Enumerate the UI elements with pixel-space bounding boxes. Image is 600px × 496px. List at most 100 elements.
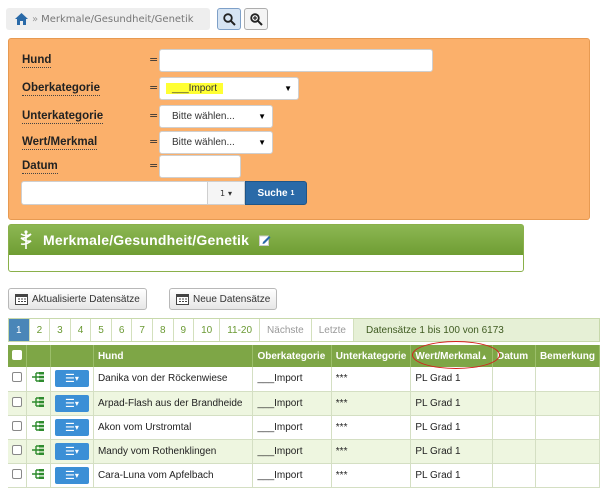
menu-icon: ☰ bbox=[65, 421, 75, 434]
select-cell bbox=[8, 439, 27, 464]
section-panel: Merkmale/Gesundheit/Genetik bbox=[8, 224, 524, 272]
breadcrumb-separator: » bbox=[32, 13, 39, 25]
suche-button[interactable]: Suche 1 bbox=[245, 181, 307, 205]
edit-icon[interactable] bbox=[259, 234, 271, 246]
row-menu-button[interactable]: ☰ ▾ bbox=[54, 442, 89, 460]
filter-operator: = bbox=[149, 109, 159, 122]
tree-icon[interactable] bbox=[31, 396, 45, 407]
tree-cell bbox=[26, 463, 51, 488]
select-all-checkbox[interactable] bbox=[12, 349, 22, 360]
row-checkbox[interactable] bbox=[12, 468, 22, 479]
next-page-link[interactable]: Nächste bbox=[260, 319, 312, 341]
column-header-datum[interactable]: Datum bbox=[492, 345, 536, 367]
row-checkbox[interactable] bbox=[12, 372, 22, 383]
page-link[interactable]: 2 bbox=[29, 319, 51, 341]
page-link[interactable]: 11-20 bbox=[220, 319, 261, 341]
filter-row-datum: Datum = bbox=[9, 155, 589, 179]
filter-label: Hund bbox=[22, 54, 52, 68]
calendar-icon bbox=[15, 294, 28, 305]
column-header-wert-merkmal[interactable]: Wert/Merkmal▲ bbox=[410, 345, 494, 367]
row-menu-button[interactable]: ☰ ▾ bbox=[54, 418, 89, 436]
row-menu-button[interactable]: ☰ ▾ bbox=[54, 370, 89, 388]
search-count-dropdown[interactable]: 1 ▾ bbox=[207, 181, 245, 205]
wert-merkmal-select[interactable]: Bitte wählen... ▼ bbox=[159, 131, 273, 154]
filter-operator: = bbox=[149, 159, 159, 172]
filter-row-unterkategorie: Unterkategorie = Bitte wählen... ▼ bbox=[9, 105, 589, 129]
advanced-search-button[interactable] bbox=[244, 8, 268, 30]
unterkategorie-select[interactable]: Bitte wählen... ▼ bbox=[159, 105, 273, 128]
table-row[interactable]: ☰ ▾ Mandy vom Rothenklingen ___Import ***… bbox=[8, 439, 600, 464]
filter-operator: = bbox=[149, 53, 159, 66]
page-link[interactable]: 6 bbox=[111, 319, 133, 341]
hund-cell[interactable]: Danika von der Röckenwiese bbox=[93, 367, 254, 392]
row-menu-button[interactable]: ☰ ▾ bbox=[54, 466, 89, 484]
hund-cell[interactable]: Mandy vom Rothenklingen bbox=[93, 439, 254, 464]
last-page-link[interactable]: Letzte bbox=[311, 319, 354, 341]
page-link[interactable]: 1 bbox=[9, 319, 30, 341]
filter-operator: = bbox=[149, 81, 159, 94]
updated-records-button[interactable]: Aktualisierte Datensätze bbox=[8, 288, 147, 310]
unterkategorie-value: Bitte wählen... bbox=[172, 111, 235, 122]
row-checkbox[interactable] bbox=[12, 396, 22, 407]
column-header-hund[interactable]: Hund bbox=[93, 345, 254, 367]
datum-cell bbox=[492, 463, 536, 488]
page-link[interactable]: 4 bbox=[70, 319, 92, 341]
wert-cell: PL Grad 1 bbox=[410, 463, 494, 488]
hund-cell[interactable]: Akon vom Urstromtal bbox=[93, 415, 254, 440]
page-link[interactable]: 9 bbox=[173, 319, 195, 341]
column-header-label: Wert/Merkmal bbox=[415, 350, 481, 362]
hund-cell[interactable]: Arpad-Flash aus der Brandheide bbox=[93, 391, 254, 416]
calendar-icon bbox=[176, 294, 189, 305]
row-menu-button[interactable]: ☰ ▾ bbox=[54, 394, 89, 412]
column-header-unterkategorie[interactable]: Unterkategorie bbox=[331, 345, 412, 367]
filter-operator: = bbox=[149, 135, 159, 148]
table-row[interactable]: ☰ ▾ Arpad-Flash aus der Brandheide ___Imp… bbox=[8, 391, 600, 416]
row-checkbox[interactable] bbox=[12, 444, 22, 455]
column-header-oberkategorie[interactable]: Oberkategorie bbox=[252, 345, 332, 367]
column-header-bemerkung[interactable]: Bemerkung bbox=[535, 345, 600, 367]
menu-icon: ☰ bbox=[65, 373, 75, 386]
home-icon[interactable] bbox=[15, 13, 28, 25]
breadcrumb: » Merkmale/Gesundheit/Genetik bbox=[6, 8, 210, 30]
page-link[interactable]: 5 bbox=[91, 319, 112, 341]
filter-row-wert: Wert/Merkmal = Bitte wählen... ▼ bbox=[9, 131, 589, 155]
bemerkung-cell bbox=[535, 463, 600, 488]
wert-cell: PL Grad 1 bbox=[410, 415, 494, 440]
wert-cell: PL Grad 1 bbox=[410, 391, 494, 416]
table-row[interactable]: ☰ ▾ Akon vom Urstromtal ___Import *** PL … bbox=[8, 415, 600, 440]
tree-cell bbox=[26, 367, 51, 392]
select-cell bbox=[8, 367, 27, 392]
menu-icon: ☰ bbox=[65, 445, 75, 458]
tree-column-header bbox=[26, 345, 51, 367]
search-toggle-button[interactable] bbox=[217, 8, 241, 30]
page-link[interactable]: 3 bbox=[50, 319, 71, 341]
tree-icon[interactable] bbox=[31, 444, 45, 455]
tree-icon[interactable] bbox=[31, 468, 45, 479]
tree-icon[interactable] bbox=[31, 420, 45, 431]
select-all-cell bbox=[8, 345, 27, 367]
menu-icon: ☰ bbox=[65, 397, 75, 410]
row-checkbox[interactable] bbox=[12, 420, 22, 431]
tree-icon[interactable] bbox=[31, 372, 45, 383]
unterkategorie-cell: *** bbox=[331, 439, 412, 464]
table-row[interactable]: ☰ ▾ Danika von der Röckenwiese ___Import … bbox=[8, 367, 600, 392]
hund-input[interactable] bbox=[159, 49, 433, 72]
unterkategorie-cell: *** bbox=[331, 391, 412, 416]
hund-cell[interactable]: Cara-Luna vom Apfelbach bbox=[93, 463, 254, 488]
new-records-button[interactable]: Neue Datensätze bbox=[169, 288, 278, 310]
page-link[interactable]: 10 bbox=[194, 319, 221, 341]
unterkategorie-cell: *** bbox=[331, 463, 412, 488]
bemerkung-cell bbox=[535, 415, 600, 440]
table-row[interactable]: ☰ ▾ Cara-Luna vom Apfelbach ___Import ***… bbox=[8, 463, 600, 488]
page-link[interactable]: 7 bbox=[132, 319, 153, 341]
oberkategorie-cell: ___Import bbox=[252, 415, 332, 440]
datum-cell bbox=[492, 439, 536, 464]
oberkategorie-select[interactable]: ___Import ▼ bbox=[159, 77, 299, 100]
filter-row-hund: Hund = bbox=[9, 49, 589, 73]
breadcrumb-path[interactable]: Merkmale/Gesundheit/Genetik bbox=[41, 14, 193, 25]
new-records-label: Neue Datensätze bbox=[193, 293, 271, 305]
datum-input[interactable] bbox=[159, 155, 241, 178]
datum-cell bbox=[492, 415, 536, 440]
tree-cell bbox=[26, 391, 51, 416]
page-link[interactable]: 8 bbox=[152, 319, 174, 341]
